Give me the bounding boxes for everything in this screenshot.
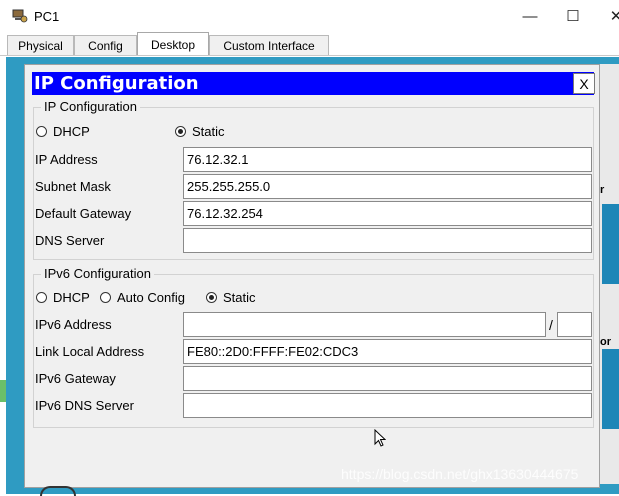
packet-tracer-pc-icon <box>12 9 28 23</box>
tab-physical[interactable]: Physical <box>7 35 74 55</box>
tab-config[interactable]: Config <box>74 35 137 55</box>
maximize-icon: ☐ <box>566 8 580 25</box>
ipv6-group-legend: IPv6 Configuration <box>41 266 154 281</box>
background-text-fragment: r <box>600 184 605 196</box>
ip-configuration-dialog: IP Configuration X IP Configuration DHCP… <box>24 64 600 488</box>
ipv4-static-radio[interactable]: Static <box>175 124 225 139</box>
ipv6-gateway-label: IPv6 Gateway <box>35 371 116 386</box>
window-titlebar: PC1 — ☐ ✕ <box>0 0 619 32</box>
mouse-pointer-icon <box>374 429 386 447</box>
ipv4-group-legend: IP Configuration <box>41 99 140 114</box>
tab-desktop[interactable]: Desktop <box>137 32 209 56</box>
subnet-mask-label: Subnet Mask <box>35 179 111 194</box>
radio-label: Static <box>192 124 225 139</box>
close-icon: ✕ <box>609 8 619 25</box>
tab-bar: Physical Config Desktop Custom Interface <box>0 32 619 56</box>
ipv6-dhcp-radio[interactable]: DHCP <box>36 290 90 305</box>
dialog-close-button[interactable]: X <box>573 73 595 94</box>
ipv6-prefix-length-input[interactable] <box>557 312 592 337</box>
dialog-title: IP Configuration <box>34 73 199 94</box>
radio-checked-icon <box>175 126 186 137</box>
ipv4-dhcp-radio[interactable]: DHCP <box>36 124 90 139</box>
subnet-mask-input[interactable]: 255.255.255.0 <box>183 174 592 199</box>
radio-checked-icon <box>206 292 217 303</box>
background-widget <box>602 204 619 284</box>
ipv6-address-label: IPv6 Address <box>35 317 112 332</box>
background-widget <box>602 349 619 429</box>
ipv6-static-radio[interactable]: Static <box>206 290 256 305</box>
dns-server-input[interactable] <box>183 228 592 253</box>
prefix-separator: / <box>549 317 553 333</box>
ipv6-gateway-input[interactable] <box>183 366 592 391</box>
background-panel: r or <box>600 64 619 484</box>
maximize-button[interactable]: ☐ <box>551 0 595 32</box>
watermark-text: https://blog.csdn.net/ghx13630444675 <box>341 466 579 482</box>
radio-label: Auto Config <box>117 290 185 305</box>
background-text-fragment: or <box>600 336 611 348</box>
default-gateway-input[interactable]: 76.12.32.254 <box>183 201 592 226</box>
minimize-button[interactable]: — <box>508 0 552 32</box>
ipv6-dns-server-label: IPv6 DNS Server <box>35 398 134 413</box>
radio-label: DHCP <box>53 290 90 305</box>
radio-unchecked-icon <box>36 126 47 137</box>
link-local-address-input[interactable]: FE80::2D0:FFFF:FE02:CDC3 <box>183 339 592 364</box>
dialog-header: IP Configuration X <box>32 72 595 95</box>
radio-unchecked-icon <box>36 292 47 303</box>
ipv6-dns-server-input[interactable] <box>183 393 592 418</box>
desktop-object-fragment <box>40 486 76 496</box>
radio-unchecked-icon <box>100 292 111 303</box>
link-local-address-label: Link Local Address <box>35 344 145 359</box>
ip-address-input[interactable]: 76.12.32.1 <box>183 147 592 172</box>
radio-label: Static <box>223 290 256 305</box>
window-title: PC1 <box>34 9 60 24</box>
radio-label: DHCP <box>53 124 90 139</box>
ipv6-address-input[interactable] <box>183 312 546 337</box>
tab-divider <box>0 55 619 56</box>
tab-custom-interface[interactable]: Custom Interface <box>209 35 329 55</box>
default-gateway-label: Default Gateway <box>35 206 132 221</box>
dns-server-label: DNS Server <box>35 233 105 248</box>
ip-address-label: IP Address <box>35 152 98 167</box>
ipv6-auto-config-radio[interactable]: Auto Config <box>100 290 185 305</box>
minimize-icon: — <box>522 7 538 25</box>
desktop-decoration <box>0 380 6 402</box>
close-window-button[interactable]: ✕ <box>594 0 619 32</box>
